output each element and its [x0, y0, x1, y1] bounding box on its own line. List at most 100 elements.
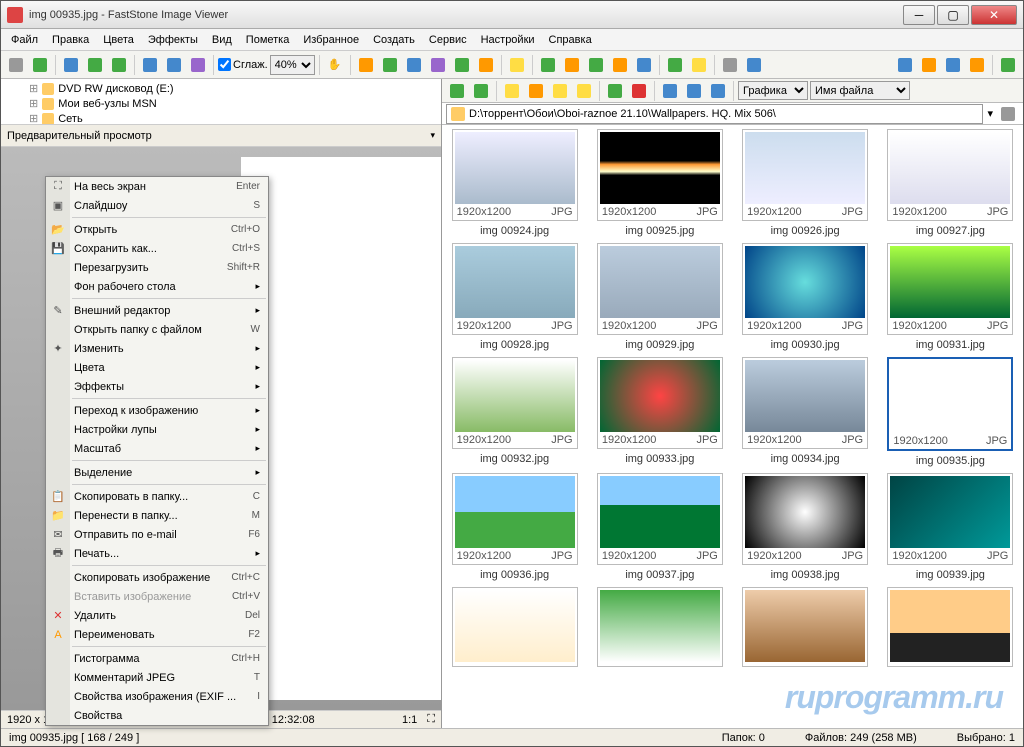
thumbnail[interactable]: 1920x1200JPGimg 00939.jpg: [882, 473, 1019, 581]
tree-item[interactable]: ⊞DVD RW дисковод (E:): [9, 81, 433, 96]
view2-icon[interactable]: [918, 54, 940, 76]
thumbnail[interactable]: [737, 587, 874, 671]
menu-цвета[interactable]: Цвета: [97, 32, 140, 48]
print-icon[interactable]: [719, 54, 741, 76]
close-button[interactable]: ✕: [971, 5, 1017, 25]
mail-icon[interactable]: [688, 54, 710, 76]
ctx-переход-к-изображению[interactable]: Переход к изображению▸: [46, 401, 268, 420]
maximize-button[interactable]: ▢: [937, 5, 969, 25]
sun-icon[interactable]: [506, 54, 528, 76]
menu-сервис[interactable]: Сервис: [423, 32, 473, 48]
path-dropdown-icon[interactable]: ▾: [987, 107, 993, 120]
thumbnail[interactable]: 1920x1200JPGimg 00924.jpg: [446, 129, 583, 237]
tool8-icon[interactable]: [561, 54, 583, 76]
ctx-открыть[interactable]: 📂ОткрытьCtrl+O: [46, 220, 268, 239]
camera-icon[interactable]: [5, 54, 27, 76]
thumbnail[interactable]: 1920x1200JPGimg 00935.jpg: [882, 357, 1019, 467]
ctx-переименовать[interactable]: AПереименоватьF2: [46, 625, 268, 644]
view3-icon[interactable]: [942, 54, 964, 76]
ctx-свойства-изображения-exif-[interactable]: Свойства изображения (EXIF ...I: [46, 687, 268, 706]
fullscreen-icon[interactable]: [997, 54, 1019, 76]
view-large-icon[interactable]: [659, 80, 681, 102]
menu-избранное[interactable]: Избранное: [297, 32, 365, 48]
thumbnail[interactable]: 1920x1200JPGimg 00927.jpg: [882, 129, 1019, 237]
tool3-icon[interactable]: [403, 54, 425, 76]
menu-файл[interactable]: Файл: [5, 32, 44, 48]
thumbnail[interactable]: 1920x1200JPGimg 00932.jpg: [446, 357, 583, 467]
zoom-out-icon[interactable]: [163, 54, 185, 76]
menu-настройки[interactable]: Настройки: [475, 32, 541, 48]
thumbnail[interactable]: 1920x1200JPGimg 00938.jpg: [737, 473, 874, 581]
filter-select[interactable]: Графика: [738, 81, 808, 100]
ctx-скопировать-в-папку-[interactable]: 📋Скопировать в папку...C: [46, 487, 268, 506]
refresh-icon[interactable]: [604, 80, 626, 102]
prev-icon[interactable]: [84, 54, 106, 76]
path-input[interactable]: D:\торрент\Обои\Oboi-raznoe 21.10\Wallpa…: [446, 104, 983, 124]
next-icon[interactable]: [108, 54, 130, 76]
expand-icon[interactable]: ⛶: [427, 713, 435, 726]
ctx-фон-рабочего-стола[interactable]: Фон рабочего стола▸: [46, 277, 268, 296]
zoom-in-icon[interactable]: [139, 54, 161, 76]
collapse-icon[interactable]: ▾: [430, 130, 435, 141]
ctx-масштаб[interactable]: Масштаб▸: [46, 439, 268, 458]
save-icon[interactable]: [60, 54, 82, 76]
open-icon[interactable]: [29, 54, 51, 76]
tool7-icon[interactable]: [537, 54, 559, 76]
thumbnail[interactable]: 1920x1200JPGimg 00934.jpg: [737, 357, 874, 467]
tool10-icon[interactable]: [609, 54, 631, 76]
new-folder-icon[interactable]: [573, 80, 595, 102]
thumbnail[interactable]: 1920x1200JPGimg 00928.jpg: [446, 243, 583, 351]
ctx-настройки-лупы[interactable]: Настройки лупы▸: [46, 420, 268, 439]
trash-icon[interactable]: [997, 103, 1019, 125]
thumbnail[interactable]: 1920x1200JPGimg 00929.jpg: [591, 243, 728, 351]
minimize-button[interactable]: ─: [903, 5, 935, 25]
forward-icon[interactable]: [470, 80, 492, 102]
tree-item[interactable]: ⊞Мои веб-узлы MSN: [9, 96, 433, 111]
tool2-icon[interactable]: [379, 54, 401, 76]
ctx-внешний-редактор[interactable]: ✎Внешний редактор▸: [46, 301, 268, 320]
menu-справка[interactable]: Справка: [543, 32, 598, 48]
thumbnail[interactable]: 1920x1200JPGimg 00933.jpg: [591, 357, 728, 467]
ctx-открыть-папку-с-файлом[interactable]: Открыть папку с файломW: [46, 320, 268, 339]
view1-icon[interactable]: [894, 54, 916, 76]
thumbnail[interactable]: 1920x1200JPGimg 00936.jpg: [446, 473, 583, 581]
thumbnail[interactable]: 1920x1200JPGimg 00926.jpg: [737, 129, 874, 237]
up-icon[interactable]: [501, 80, 523, 102]
ctx-отправить-по-e-mail[interactable]: ✉Отправить по e-mailF6: [46, 525, 268, 544]
thumbnail[interactable]: [882, 587, 1019, 671]
back-icon[interactable]: [446, 80, 468, 102]
tool-icon[interactable]: [355, 54, 377, 76]
hand-icon[interactable]: ✋: [324, 54, 346, 76]
tree-item[interactable]: ⊞Сеть: [9, 111, 433, 125]
menu-пометка[interactable]: Пометка: [240, 32, 296, 48]
menu-создать[interactable]: Создать: [367, 32, 421, 48]
thumbnail[interactable]: 1920x1200JPGimg 00937.jpg: [591, 473, 728, 581]
ctx-гистограмма[interactable]: ГистограммаCtrl+H: [46, 649, 268, 668]
sort-select[interactable]: Имя файла: [810, 81, 910, 100]
preview-header[interactable]: Предварительный просмотр ▾: [1, 125, 441, 147]
ctx-перезагрузить[interactable]: ПерезагрузитьShift+R: [46, 258, 268, 277]
ctx-свойства[interactable]: Свойства: [46, 706, 268, 725]
tool5-icon[interactable]: [451, 54, 473, 76]
ctx-удалить[interactable]: ✕УдалитьDel: [46, 606, 268, 625]
thumbnail[interactable]: [591, 587, 728, 671]
tool12-icon[interactable]: [664, 54, 686, 76]
menu-эффекты[interactable]: Эффекты: [142, 32, 204, 48]
tool6-icon[interactable]: [475, 54, 497, 76]
menu-вид[interactable]: Вид: [206, 32, 238, 48]
ctx-печать-[interactable]: 🖶Печать...▸: [46, 544, 268, 563]
view-detail-icon[interactable]: [707, 80, 729, 102]
thumbnail[interactable]: 1920x1200JPGimg 00930.jpg: [737, 243, 874, 351]
thumbnail[interactable]: 1920x1200JPGimg 00931.jpg: [882, 243, 1019, 351]
thumbnail[interactable]: 1920x1200JPGimg 00925.jpg: [591, 129, 728, 237]
menu-правка[interactable]: Правка: [46, 32, 95, 48]
thumbnail[interactable]: [446, 587, 583, 671]
ctx-сохранить-как-[interactable]: 💾Сохранить как...Ctrl+S: [46, 239, 268, 258]
ctx-скопировать-изображение[interactable]: Скопировать изображениеCtrl+C: [46, 568, 268, 587]
tool9-icon[interactable]: [585, 54, 607, 76]
fit-icon[interactable]: [187, 54, 209, 76]
ctx-цвета[interactable]: Цвета▸: [46, 358, 268, 377]
delete-icon[interactable]: [628, 80, 650, 102]
ctx-изменить[interactable]: ✦Изменить▸: [46, 339, 268, 358]
tool13-icon[interactable]: [743, 54, 765, 76]
